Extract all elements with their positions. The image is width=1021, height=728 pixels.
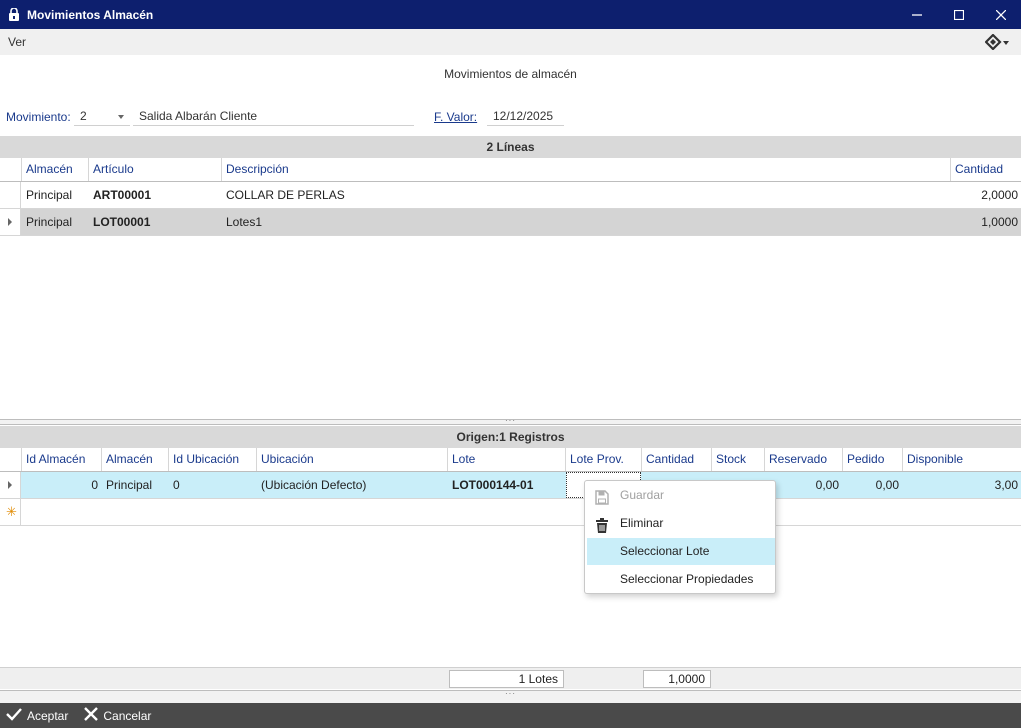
cell-id-ubicacion: 0 [173, 478, 180, 492]
lines-band: 2 Líneas [0, 136, 1021, 158]
context-menu: Guardar Eliminar Seleccionar Lote Selecc… [584, 480, 776, 594]
col-lote[interactable]: Lote [447, 448, 565, 471]
cell-almacen: Principal [26, 188, 73, 202]
cancelar-button[interactable]: Cancelar [84, 707, 151, 724]
col-lote-prov[interactable]: Lote Prov. [565, 448, 641, 471]
row-selector[interactable]: ✳ [0, 499, 21, 525]
table-row[interactable]: Principal LOT00001 Lotes1 1,0000 [0, 209, 1021, 236]
bottom-action-bar: Aceptar Cancelar [0, 703, 1021, 728]
menu-item-label: Guardar [620, 488, 665, 502]
cell-disponible: 3,00 [994, 478, 1018, 492]
check-icon [6, 707, 22, 724]
cell-cantidad: 1,0000 [981, 215, 1018, 229]
menu-item-label: Seleccionar Propiedades [620, 572, 754, 586]
aceptar-button[interactable]: Aceptar [6, 707, 68, 724]
cell-ubicacion: (Ubicación Defecto) [261, 478, 367, 492]
cell-articulo: LOT00001 [93, 215, 151, 229]
col-almacen[interactable]: Almacén [21, 158, 88, 181]
total-cantidad: 1,0000 [643, 670, 711, 688]
row-selector[interactable] [0, 472, 21, 498]
current-row-arrow-icon [8, 218, 12, 226]
minimize-button[interactable] [896, 0, 938, 29]
menu-item-seleccionar-propiedades[interactable]: Seleccionar Propiedades [587, 566, 775, 593]
aceptar-label: Aceptar [27, 708, 69, 723]
cell-pedido: 0,00 [875, 478, 899, 492]
menu-ver[interactable]: Ver [8, 35, 26, 49]
menu-bar: Ver [0, 29, 1021, 55]
row-selector[interactable] [0, 182, 21, 208]
table-row[interactable]: Principal ART00001 COLLAR DE PERLAS 2,00… [0, 182, 1021, 209]
menu-item-guardar[interactable]: Guardar [587, 482, 775, 509]
total-lotes: 1 Lotes [449, 670, 564, 688]
save-icon [595, 488, 609, 505]
close-button[interactable] [980, 0, 1021, 29]
fvalor-label[interactable]: F. Valor: [434, 110, 477, 124]
app-icon [8, 7, 20, 21]
lines-grid-header: Almacén Artículo Descripción Cantidad [0, 158, 1021, 182]
cell-lote: LOT000144-01 [452, 478, 534, 492]
col-id-ubicacion[interactable]: Id Ubicación [168, 448, 256, 471]
table-row[interactable]: 0 Principal 0 (Ubicación Defecto) LOT000… [0, 472, 1021, 499]
cell-almacen: Principal [26, 215, 73, 229]
row-selector[interactable] [0, 209, 21, 235]
menu-item-label: Eliminar [620, 516, 664, 530]
totals-bar: 1 Lotes 1,0000 [0, 667, 1021, 689]
movimiento-value: 2 [80, 109, 87, 123]
cell-cantidad: 2,0000 [981, 188, 1018, 202]
new-row[interactable]: ✳ [0, 499, 1021, 526]
cell-descripcion: COLLAR DE PERLAS [226, 188, 345, 202]
movimiento-select[interactable]: 2 [74, 108, 130, 126]
refresh-menu-icon[interactable] [985, 33, 1011, 51]
menu-item-eliminar[interactable]: Eliminar [587, 510, 775, 537]
movimiento-label: Movimiento: [6, 110, 71, 124]
col-descripcion[interactable]: Descripción [221, 158, 950, 181]
origen-grid-header: Id Almacén Almacén Id Ubicación Ubicació… [0, 448, 1021, 472]
close-icon [84, 707, 99, 724]
col-pedido[interactable]: Pedido [842, 448, 902, 471]
panel-splitter[interactable]: ··· [0, 417, 1021, 425]
menu-item-label: Seleccionar Lote [620, 544, 710, 558]
menu-item-seleccionar-lote[interactable]: Seleccionar Lote [587, 538, 775, 565]
trash-icon [595, 516, 609, 533]
cell-articulo: ART00001 [93, 188, 152, 202]
col-almacen[interactable]: Almacén [101, 448, 168, 471]
col-cantidad[interactable]: Cantidad [641, 448, 711, 471]
title-bar: Movimientos Almacén [0, 0, 1021, 29]
new-row-asterisk-icon: ✳ [6, 504, 17, 519]
col-ubicacion[interactable]: Ubicación [256, 448, 447, 471]
col-cantidad[interactable]: Cantidad [950, 158, 1021, 181]
col-reservado[interactable]: Reservado [764, 448, 842, 471]
cell-id-almacen: 0 [91, 478, 98, 492]
cell-almacen: Principal [106, 478, 153, 492]
cell-descripcion: Lotes1 [226, 215, 263, 229]
fvalor-field[interactable]: 12/12/2025 [487, 108, 564, 126]
window-title: Movimientos Almacén [27, 7, 154, 22]
current-row-arrow-icon [8, 481, 12, 489]
cancelar-label: Cancelar [103, 708, 152, 723]
bottom-splitter[interactable]: ··· [0, 690, 1021, 703]
movimiento-description: Salida Albarán Cliente [133, 108, 414, 126]
origen-band: Origen:1 Registros [0, 426, 1021, 448]
chevron-down-icon [118, 115, 124, 119]
maximize-button[interactable] [938, 0, 980, 29]
col-stock[interactable]: Stock [711, 448, 764, 471]
col-disponible[interactable]: Disponible [902, 448, 1021, 471]
page-heading: Movimientos de almacén [444, 67, 577, 81]
col-articulo[interactable]: Artículo [88, 158, 221, 181]
col-id-almacen[interactable]: Id Almacén [21, 448, 101, 471]
